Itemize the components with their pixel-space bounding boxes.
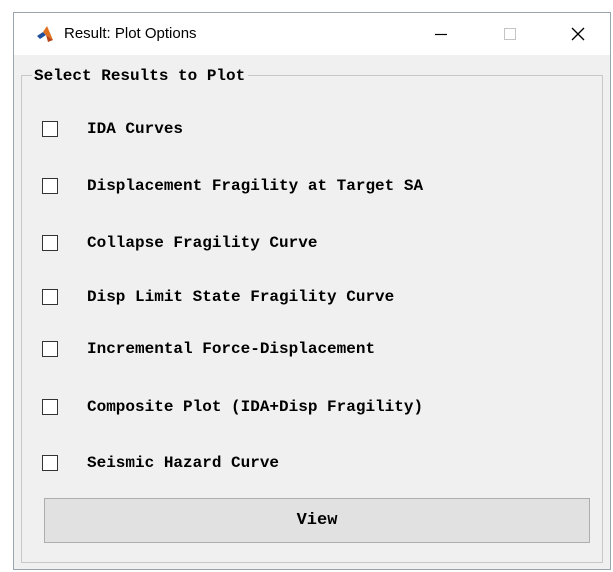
checkbox[interactable] [42,289,58,305]
option-label: IDA Curves [87,120,184,138]
option-collapse-fragility[interactable]: Collapse Fragility Curve [42,231,602,257]
option-seismic-hazard[interactable]: Seismic Hazard Curve [42,451,602,477]
option-incremental-force-displacement[interactable]: Incremental Force-Displacement [42,337,602,363]
option-label: Incremental Force-Displacement [87,340,376,358]
title-bar[interactable]: Result: Plot Options [14,13,610,55]
option-displacement-fragility[interactable]: Displacement Fragility at Target SA [42,174,602,200]
matlab-logo-icon [36,25,54,43]
window-title: Result: Plot Options [64,25,197,42]
plot-options-window: Result: Plot Options Select Results to P… [13,12,611,570]
results-groupbox [21,75,603,563]
minimize-icon[interactable] [418,13,464,55]
close-icon[interactable] [555,13,601,55]
option-ida-curves[interactable]: IDA Curves [42,117,602,143]
checkbox[interactable] [42,235,58,251]
checkbox[interactable] [42,399,58,415]
view-button[interactable]: View [44,498,590,543]
checkbox[interactable] [42,341,58,357]
option-label: Seismic Hazard Curve [87,454,280,472]
option-disp-limit-state[interactable]: Disp Limit State Fragility Curve [42,285,602,311]
checkbox[interactable] [42,121,58,137]
option-label: Collapse Fragility Curve [87,234,318,252]
maximize-icon[interactable] [487,13,533,55]
option-label: Disp Limit State Fragility Curve [87,288,395,306]
checkbox[interactable] [42,455,58,471]
option-label: Displacement Fragility at Target SA [87,177,424,195]
option-label: Composite Plot (IDA+Disp Fragility) [87,398,424,416]
groupbox-title: Select Results to Plot [32,65,249,87]
checkbox[interactable] [42,178,58,194]
option-composite-plot[interactable]: Composite Plot (IDA+Disp Fragility) [42,395,602,421]
